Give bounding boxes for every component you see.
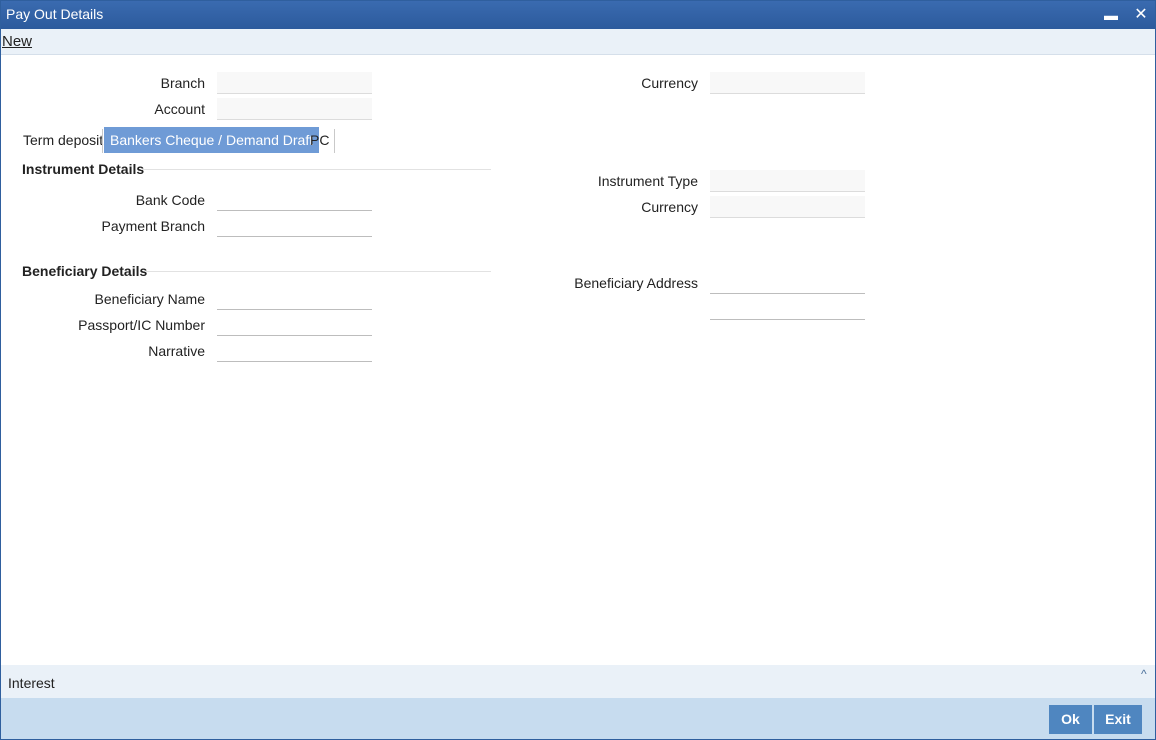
beneficiary-name-label: Beneficiary Name (94, 291, 206, 307)
tab-separator (102, 129, 103, 153)
interest-bar: Interest ^ (1, 665, 1155, 698)
close-icon[interactable]: ✕ (1130, 4, 1152, 26)
tab-separator (334, 129, 335, 153)
beneficiary-details-title: Beneficiary Details (22, 263, 148, 279)
tab-bankers-cheque-demand-draft[interactable]: Bankers Cheque / Demand Draft (104, 127, 320, 153)
branch-field[interactable] (217, 72, 372, 94)
beneficiary-address-label: Beneficiary Address (574, 275, 698, 291)
menu-bar: New (1, 29, 1155, 55)
account-field[interactable] (217, 98, 372, 120)
payment-branch-input[interactable] (217, 215, 372, 237)
chevron-up-icon[interactable]: ^ (1141, 667, 1147, 681)
title-bar: Pay Out Details ▬ ✕ (1, 1, 1155, 29)
payment-branch-label: Payment Branch (101, 218, 206, 234)
account-label: Account (154, 101, 205, 117)
instrument-currency-label: Currency (641, 199, 698, 215)
passport-ic-number-input[interactable] (217, 314, 372, 336)
currency-field[interactable] (710, 72, 865, 94)
narrative-label: Narrative (148, 343, 205, 359)
section-divider (146, 271, 491, 272)
action-bar: Ok Exit (1, 698, 1155, 739)
pay-out-details-window: Pay Out Details ▬ ✕ New Branch Account C… (0, 0, 1156, 740)
bank-code-label: Bank Code (135, 192, 205, 208)
tab-term-deposit[interactable]: Term deposit (17, 127, 109, 153)
instrument-details-title: Instrument Details (22, 161, 145, 177)
beneficiary-address-line2-input[interactable] (710, 298, 865, 320)
tab-pc[interactable]: PC (304, 127, 335, 153)
minimize-icon[interactable]: ▬ (1100, 4, 1122, 26)
bank-code-input[interactable] (217, 189, 372, 211)
currency-label: Currency (641, 75, 698, 91)
instrument-type-label: Instrument Type (597, 173, 698, 189)
window-title: Pay Out Details (6, 6, 104, 22)
new-link[interactable]: New (2, 33, 32, 50)
beneficiary-name-input[interactable] (217, 288, 372, 310)
instrument-currency-field[interactable] (710, 196, 865, 218)
passport-ic-number-label: Passport/IC Number (78, 317, 205, 333)
beneficiary-address-line1-input[interactable] (710, 272, 865, 294)
section-divider (141, 169, 491, 170)
exit-button[interactable]: Exit (1094, 705, 1142, 734)
instrument-type-field[interactable] (710, 170, 865, 192)
narrative-input[interactable] (217, 340, 372, 362)
branch-label: Branch (160, 75, 205, 91)
interest-link[interactable]: Interest (8, 675, 55, 691)
ok-button[interactable]: Ok (1049, 705, 1092, 734)
